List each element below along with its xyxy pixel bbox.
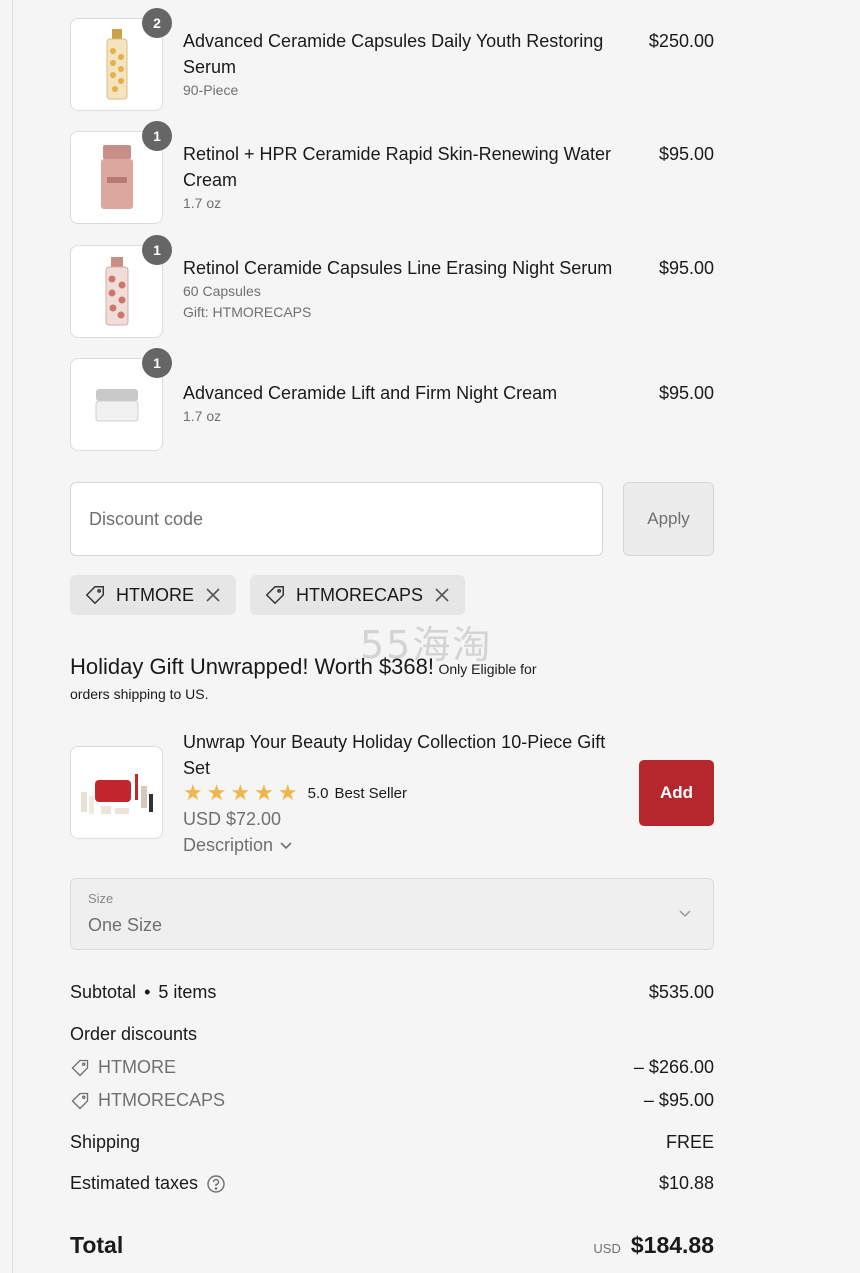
- chevron-down-icon: [679, 910, 691, 918]
- discount-code-input[interactable]: [70, 482, 603, 556]
- tag-icon: [71, 1059, 89, 1076]
- taxes-label-group: Estimated taxes: [70, 1173, 226, 1194]
- subtotal-row: Subtotal • 5 items $535.00: [70, 982, 714, 1003]
- add-gift-button[interactable]: Add: [639, 760, 714, 826]
- item-price: $95.00: [658, 383, 714, 403]
- quantity-badge: 1: [142, 235, 172, 265]
- discount-tag-label: HTMORECAPS: [296, 584, 424, 605]
- bullet-separator: •: [144, 982, 151, 1002]
- shipping-row: Shipping FREE: [70, 1132, 714, 1153]
- taxes-value: $10.88: [658, 1173, 714, 1193]
- subtotal-label: Subtotal: [70, 982, 137, 1002]
- quantity-badge: 2: [142, 8, 172, 38]
- close-icon[interactable]: [433, 586, 451, 604]
- pink-jar-icon: [100, 144, 133, 209]
- size-value: One Size: [88, 915, 163, 935]
- promo-heading: Holiday Gift Unwrapped! Worth $368! Only…: [70, 652, 630, 685]
- subtotal-item-count: 5 items: [158, 982, 217, 1002]
- item-price: $250.00: [648, 31, 714, 51]
- total-currency: USD: [593, 1241, 621, 1256]
- taxes-label: Estimated taxes: [70, 1173, 199, 1193]
- apply-discount-button[interactable]: Apply: [623, 482, 714, 556]
- tag-icon: [265, 586, 284, 605]
- promo-note-continued: orders shipping to US.: [70, 686, 209, 702]
- item-variant: 1.7 oz: [183, 408, 222, 424]
- left-divider: [12, 0, 13, 1273]
- total-label: Total: [70, 1232, 124, 1258]
- gift-product-name: Unwrap Your Beauty Holiday Collection 10…: [183, 732, 606, 778]
- item-variant: 1.7 oz: [183, 195, 222, 211]
- quantity-badge: 1: [142, 348, 172, 378]
- tag-icon: [85, 586, 104, 605]
- item-title: Advanced Ceramide Capsules Daily Youth R…: [183, 28, 643, 101]
- shipping-value: FREE: [665, 1132, 714, 1152]
- order-discounts-row: Order discounts: [70, 1024, 714, 1045]
- size-select[interactable]: Size One Size: [70, 878, 714, 950]
- subtotal-value: $535.00: [648, 982, 714, 1002]
- item-gift-note: Gift: HTMORECAPS: [183, 304, 312, 320]
- gift-set-icon: [80, 773, 153, 814]
- discount-code-group: HTMORE: [70, 1057, 176, 1078]
- rating-value: 5.0: [307, 784, 329, 802]
- discount-amount: – $266.00: [633, 1057, 714, 1077]
- item-title: Retinol + HPR Ceramide Rapid Skin-Renewi…: [183, 141, 643, 214]
- item-name: Retinol Ceramide Capsules Line Erasing N…: [183, 258, 613, 278]
- tag-icon: [71, 1092, 89, 1109]
- pink-capsule-bottle-icon: [105, 256, 128, 325]
- discount-code: HTMORE: [98, 1057, 176, 1077]
- watermark: 55海淘: [360, 623, 493, 667]
- item-title: Advanced Ceramide Lift and Firm Night Cr…: [183, 380, 643, 427]
- gift-rating: ★★★★★ 5.0 Best Seller: [183, 782, 407, 804]
- quantity-badge: 1: [142, 121, 172, 151]
- applied-discount-tag: HTMORE: [70, 575, 236, 615]
- item-name: Advanced Ceramide Lift and Firm Night Cr…: [183, 383, 558, 403]
- size-label: Size: [88, 891, 114, 906]
- close-icon[interactable]: [204, 586, 222, 604]
- gold-capsule-bottle-icon: [106, 28, 127, 99]
- description-label: Description: [183, 835, 274, 855]
- applied-discount-tag: HTMORECAPS: [250, 575, 466, 615]
- item-price: $95.00: [658, 144, 714, 164]
- item-variant: 90-Piece: [183, 82, 239, 98]
- item-name: Advanced Ceramide Capsules Daily Youth R…: [183, 31, 604, 77]
- best-seller-badge: Best Seller: [334, 784, 408, 802]
- star-rating-icon: ★★★★★: [183, 780, 302, 805]
- discount-tag-label: HTMORE: [116, 584, 194, 605]
- gift-price: USD $72.00: [183, 809, 282, 829]
- subtotal-label-group: Subtotal • 5 items: [70, 982, 216, 1003]
- item-name: Retinol + HPR Ceramide Rapid Skin-Renewi…: [183, 144, 612, 190]
- discount-code-group: HTMORECAPS: [70, 1090, 225, 1111]
- order-discounts-label: Order discounts: [70, 1024, 198, 1044]
- white-cream-jar-icon: [95, 388, 138, 421]
- item-price: $95.00: [658, 258, 714, 278]
- item-variant: 60 Capsules: [183, 283, 261, 299]
- item-title: Retinol Ceramide Capsules Line Erasing N…: [183, 255, 643, 323]
- gift-thumbnail: [70, 746, 163, 839]
- description-toggle[interactable]: Description: [183, 832, 293, 858]
- taxes-row: Estimated taxes $10.88: [70, 1173, 714, 1194]
- chevron-down-icon: [280, 842, 292, 850]
- discount-code: HTMORECAPS: [98, 1090, 226, 1110]
- discount-amount: – $95.00: [643, 1090, 714, 1110]
- total-value: $184.88: [630, 1232, 714, 1258]
- help-circle-icon[interactable]: [206, 1174, 226, 1194]
- shipping-label: Shipping: [70, 1132, 141, 1152]
- discount-row: HTMORE – $266.00: [70, 1057, 714, 1078]
- total-amount-group: USD $184.88: [593, 1232, 714, 1259]
- total-row: Total USD $184.88: [70, 1232, 714, 1259]
- discount-row: HTMORECAPS – $95.00: [70, 1090, 714, 1111]
